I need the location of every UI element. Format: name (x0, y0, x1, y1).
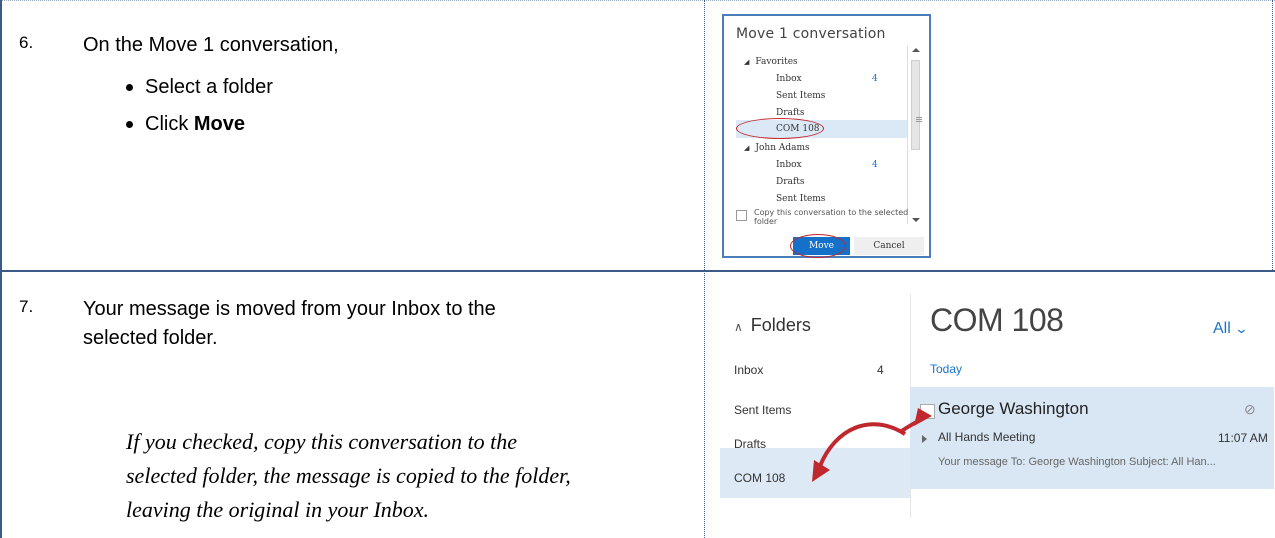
tree-item-drafts-account[interactable]: Drafts (776, 174, 804, 191)
bullet-click-move: Click Move (126, 106, 273, 143)
collapse-triangle-icon: ◢ (744, 144, 750, 152)
group-header-today: Today (930, 362, 963, 376)
folder-inbox[interactable]: Inbox (734, 363, 763, 377)
tree-group-john-adams[interactable]: ◢ John Adams (744, 140, 810, 157)
tree-item-sent-items[interactable]: Sent Items (776, 88, 825, 105)
mail-view-screenshot: ∧ Folders Inbox 4 Sent Items Drafts COM 1… (720, 294, 1274, 518)
move-dialog: Move 1 conversation ◢ Favorites Inbox 4 S… (722, 14, 931, 258)
current-folder-title: COM 108 (930, 302, 1064, 338)
copy-note-line: leaving the original in your Inbox. (126, 497, 430, 522)
tree-item-inbox[interactable]: Inbox (776, 71, 802, 88)
dialog-title: Move 1 conversation (736, 26, 886, 42)
step-7-line-2: selected folder. (83, 327, 218, 349)
folder-drafts[interactable]: Drafts (734, 437, 766, 451)
message-preview: Your message To: George Washington Subje… (938, 456, 1216, 468)
copy-note: If you checked, copy this conversation t… (126, 425, 696, 527)
bold-move-word: Move (193, 113, 246, 135)
mark-complete-icon[interactable]: ⊘ (1244, 401, 1256, 418)
bullet-select-folder: Select a folder (126, 69, 273, 106)
table-right-border (1272, 0, 1273, 270)
message-sender: George Washington (938, 399, 1089, 418)
step-6-bullet-list: Select a folder Click Move (126, 69, 273, 143)
cancel-button[interactable]: Cancel (854, 237, 924, 255)
copy-conversation-label: Copy this conversation to the selected f… (754, 208, 909, 226)
tree-item-inbox-account[interactable]: Inbox (776, 157, 802, 174)
folder-sent-items[interactable]: Sent Items (734, 403, 791, 417)
chevron-down-icon: ⌄ (1234, 321, 1249, 336)
table-top-border (0, 0, 1275, 1)
step-7-number: 7. (19, 297, 34, 316)
scroll-up-arrow-icon[interactable] (912, 48, 920, 52)
step-6-intro: On the Move 1 conversation, (83, 34, 339, 56)
table-row-divider (0, 270, 1275, 272)
tree-item-inbox-count: 4 (872, 74, 878, 84)
message-select-checkbox[interactable] (920, 404, 935, 419)
filter-dropdown[interactable]: All ⌄ (1213, 320, 1249, 338)
copy-conversation-checkbox[interactable] (736, 210, 747, 221)
table-left-border (0, 0, 2, 538)
highlight-circle-folder (736, 118, 824, 139)
tree-item-sent-items-account[interactable]: Sent Items (776, 191, 825, 208)
chevron-up-icon: ∧ (734, 320, 743, 334)
expand-triangle-icon[interactable] (922, 435, 927, 443)
table-column-divider (704, 0, 705, 538)
grip-icon (916, 117, 922, 118)
highlight-circle-move (790, 234, 846, 258)
step-7-line-1: Your message is moved from your Inbox to… (83, 298, 496, 320)
copy-note-line: If you checked, copy this conversation t… (126, 429, 517, 454)
folder-list-scrollbar[interactable] (907, 46, 923, 224)
folder-inbox-count: 4 (877, 363, 884, 377)
step-6-number: 6. (19, 33, 34, 52)
message-subject: All Hands Meeting (938, 430, 1036, 444)
collapse-triangle-icon: ◢ (744, 58, 750, 66)
copy-note-line: selected folder, the message is copied t… (126, 463, 571, 488)
folder-com-108[interactable]: COM 108 (734, 471, 785, 485)
scroll-thumb[interactable] (911, 60, 922, 150)
tree-item-inbox-account-count: 4 (872, 160, 878, 170)
folders-header[interactable]: ∧ Folders (734, 315, 811, 336)
tree-group-favorites[interactable]: ◢ Favorites (744, 54, 798, 71)
message-time: 11:07 AM (1218, 431, 1268, 445)
